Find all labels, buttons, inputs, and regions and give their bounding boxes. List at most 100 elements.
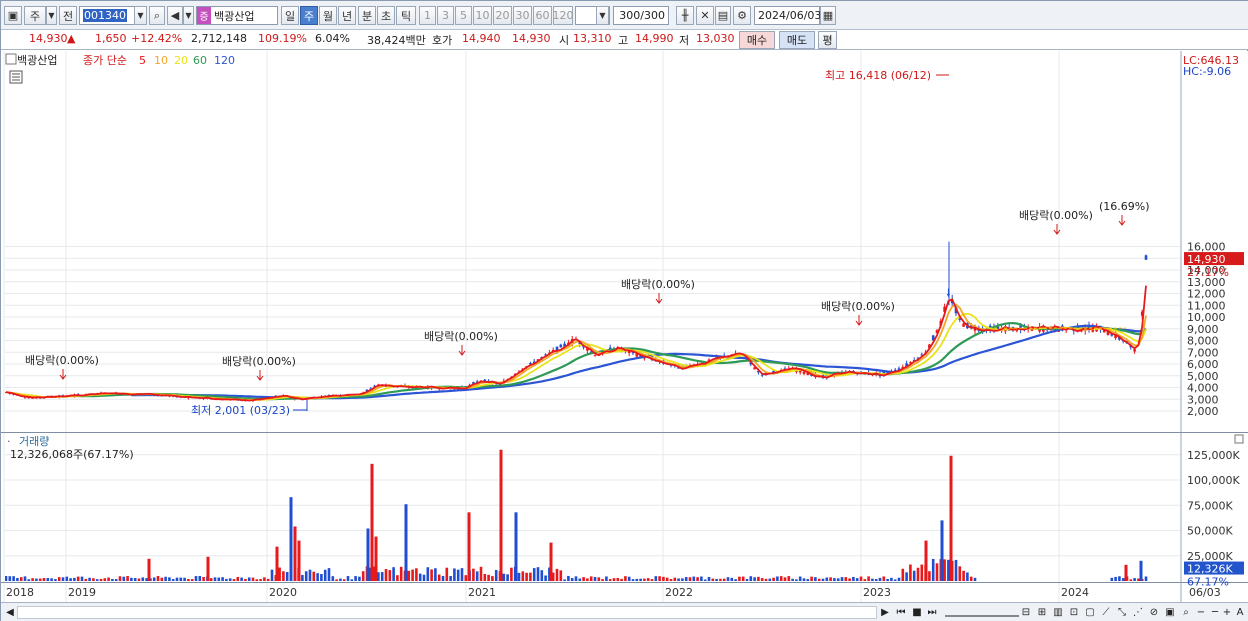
legend-toggle-icon[interactable] — [5, 53, 17, 65]
stop-icon[interactable]: ■ — [911, 605, 923, 620]
sell-button[interactable]: 매도 — [779, 31, 815, 49]
volume-bar — [574, 576, 578, 581]
box-icon[interactable]: ▢ — [1083, 605, 1097, 620]
fast-forward-icon[interactable]: ⏭ — [925, 605, 939, 620]
zoom-slider[interactable] — [945, 608, 1019, 617]
split-view-icon[interactable]: ⊞ — [1035, 605, 1049, 620]
zoom-in-icon[interactable]: + — [1221, 605, 1233, 620]
volume-bar — [734, 579, 737, 581]
volume-bar — [681, 578, 684, 581]
volume-bar — [225, 578, 228, 581]
volume-bar — [190, 579, 194, 581]
volume-bar — [114, 579, 118, 581]
code-dropdown-icon[interactable]: ▼ — [134, 6, 147, 25]
minute-option-3[interactable]: 3 — [437, 6, 454, 25]
rewind-icon[interactable]: ⏮ — [894, 605, 908, 620]
horizontal-scrollbar[interactable] — [17, 606, 877, 619]
layout-icon[interactable]: ▥ — [1051, 605, 1065, 620]
tab-tick[interactable]: 틱 — [396, 6, 416, 25]
overlay-icon[interactable]: ▣ — [1163, 605, 1177, 620]
volume: 2,712,148 — [191, 32, 247, 45]
chart-tool-icon[interactable]: ⊘ — [1147, 605, 1161, 620]
minute-option-5[interactable]: 5 — [455, 6, 472, 25]
price-volume-chart[interactable]: 최고 16,418 (06/12) 최저 2,001 (03/23) 배당락(0.0… — [1, 51, 1248, 602]
zoom-out-icon[interactable]: − — [1195, 605, 1207, 620]
volume-bar — [916, 567, 920, 581]
date-input[interactable]: 2024/06/03 — [754, 6, 821, 25]
minute-option-60[interactable]: 60 — [533, 6, 552, 25]
volume-bar — [844, 577, 848, 581]
tab-year[interactable]: 년 — [338, 6, 356, 25]
avg-button[interactable]: 평 — [818, 31, 837, 49]
volume-bar — [578, 578, 582, 581]
volume-bar — [688, 577, 692, 581]
volume-bar — [829, 577, 832, 581]
volume-bar — [597, 577, 601, 581]
volume-bar — [221, 577, 224, 581]
volume-bar — [764, 578, 768, 581]
save-icon[interactable]: ▤ — [715, 6, 731, 25]
trend-tool-icon[interactable]: ⤡ — [1115, 605, 1129, 620]
font-size-icon[interactable]: A — [1234, 605, 1246, 620]
volume-bar — [380, 572, 384, 581]
prev-button[interactable]: 전 — [59, 6, 77, 25]
main-toolbar: ▣ 주 ▼ 전 001340 ▼ ⌕ ◀ ▼ 증 백광산업 일 주 월 년 분 … — [1, 1, 1248, 30]
buy-button[interactable]: 매수 — [739, 31, 775, 49]
gear-icon[interactable]: ⚙ — [733, 6, 751, 25]
volume-bar — [798, 576, 802, 581]
candle-icon[interactable]: ╫ — [676, 6, 694, 25]
volume-title: 거래량 — [19, 435, 49, 448]
scroll-left-icon[interactable]: ◀ — [4, 605, 16, 620]
legend-ma60: 60 — [193, 54, 207, 67]
minute-option-20[interactable]: 20 — [493, 6, 512, 25]
volume-marker-icon: · — [7, 435, 11, 448]
volume-bar — [905, 572, 908, 581]
calendar-icon[interactable]: ▦ — [820, 6, 836, 25]
volume-bar — [601, 579, 604, 581]
volume-bar — [772, 577, 775, 581]
volume-bar — [278, 567, 281, 581]
crosshair-icon[interactable]: ✕ — [696, 6, 714, 25]
amount: 38,424백만 — [367, 34, 426, 47]
volume-bar — [532, 568, 536, 581]
volume-bar — [327, 568, 331, 581]
tab-week[interactable]: 주 — [300, 6, 318, 25]
volume-bar — [787, 576, 791, 581]
tab-second[interactable]: 초 — [377, 6, 395, 25]
period-dropdown-icon[interactable]: ▼ — [46, 6, 57, 25]
period-select[interactable]: 주 — [24, 6, 46, 25]
tab-day[interactable]: 일 — [281, 6, 299, 25]
volume-bar — [662, 576, 665, 581]
minute-option-1[interactable]: 1 — [419, 6, 436, 25]
year-label: 2020 — [269, 586, 297, 599]
count-input[interactable]: 300/300 — [613, 6, 669, 25]
volume-bar — [339, 578, 342, 581]
volume-bar — [399, 566, 403, 581]
search-zoom-icon[interactable]: ⌕ — [1179, 605, 1193, 620]
minimize-icon[interactable]: ─ — [1209, 605, 1221, 620]
tab-minute[interactable]: 분 — [358, 6, 376, 25]
speaker-icon[interactable]: ◀ — [167, 6, 183, 25]
minute-option-30[interactable]: 30 — [513, 6, 532, 25]
zoom-icon[interactable]: ⊟ — [1019, 605, 1033, 620]
volume-bar — [92, 578, 95, 581]
volume-bar — [1121, 578, 1125, 581]
search-icon[interactable]: ⌕ — [149, 6, 165, 25]
line-tool-icon[interactable]: ⟋ — [1099, 605, 1113, 620]
volume-bar — [335, 579, 338, 581]
volume-bar — [198, 575, 202, 581]
tab-month[interactable]: 월 — [319, 6, 337, 25]
chart-type-icon[interactable]: ▣ — [4, 6, 22, 25]
minute-option-10[interactable]: 10 — [473, 6, 492, 25]
interval-dropdown-icon[interactable]: ▼ — [596, 6, 609, 25]
grid-view-icon[interactable]: ⊡ — [1067, 605, 1081, 620]
volume-close-icon[interactable] — [1234, 434, 1244, 444]
volume-spike-bar — [374, 536, 378, 581]
volume-bar — [194, 576, 198, 581]
speaker-dropdown-icon[interactable]: ▼ — [183, 6, 194, 25]
volume-bar — [434, 568, 437, 581]
stock-code-input[interactable]: 001340 — [79, 6, 135, 25]
fib-tool-icon[interactable]: ⋰ — [1131, 605, 1145, 620]
scroll-right-icon[interactable]: ▶ — [879, 605, 891, 620]
minute-option-120[interactable]: 120 — [553, 6, 574, 25]
